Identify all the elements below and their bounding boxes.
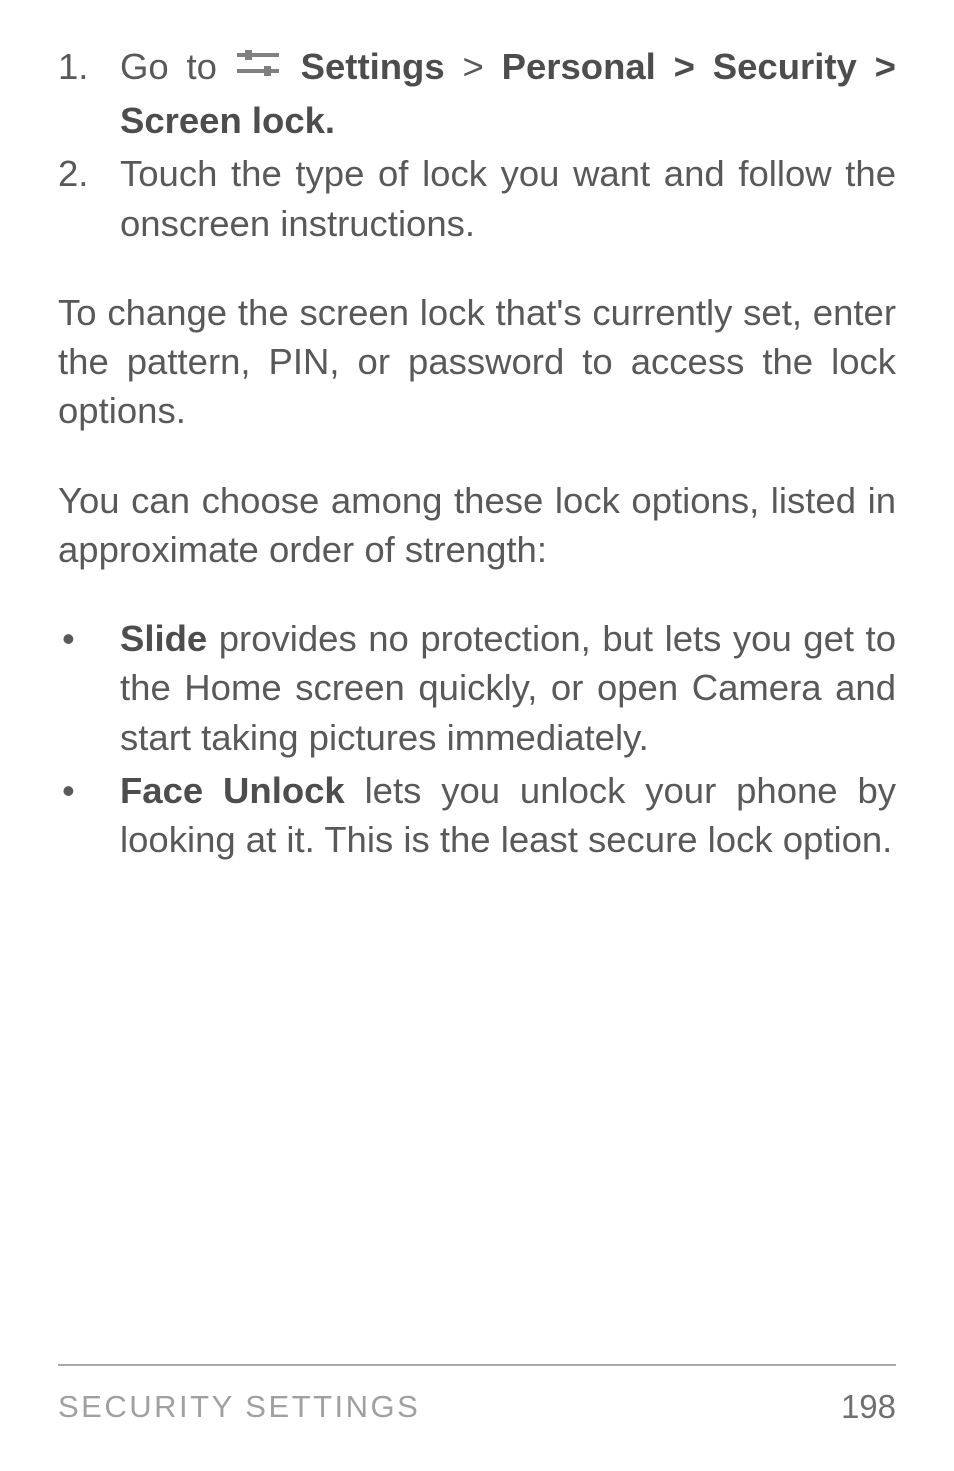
list-item-body: Face Unlock lets you unlock your phone b… — [120, 766, 896, 865]
bullet-icon: • — [58, 766, 120, 865]
list-item-body: Go to Settings > Personal > Security > S… — [120, 42, 896, 145]
bold-text: Slide — [120, 618, 207, 659]
list-number: 1. — [58, 42, 120, 145]
paragraph: To change the screen lock that's current… — [58, 288, 896, 436]
ordered-list: 1. Go to Settings > Personal > Security … — [58, 42, 896, 248]
list-item-body: Slide provides no protection, but lets y… — [120, 614, 896, 762]
footer-section-title: SECURITY SETTINGS — [58, 1389, 420, 1425]
list-item-body: Touch the type of lock you want and fol­… — [120, 149, 896, 248]
settings-icon — [237, 43, 279, 92]
list-item: 2. Touch the type of lock you want and f… — [58, 149, 896, 248]
document-page: 1. Go to Settings > Personal > Security … — [0, 0, 954, 1471]
bold-text: Settings — [301, 46, 445, 87]
page-content: 1. Go to Settings > Personal > Security … — [58, 42, 896, 1364]
bold-text: Face Unlock — [120, 770, 345, 811]
text-rest: provides no protection, but lets you get… — [120, 618, 896, 758]
text-prefix: Go to — [120, 46, 235, 87]
paragraph: You can choose among these lock options,… — [58, 476, 896, 575]
page-footer: SECURITY SETTINGS 198 — [58, 1364, 896, 1426]
list-item: 1. Go to Settings > Personal > Security … — [58, 42, 896, 145]
text-separator: > — [445, 46, 502, 87]
list-item: • Face Unlock lets you unlock your phone… — [58, 766, 896, 865]
page-number: 198 — [841, 1388, 896, 1426]
list-number: 2. — [58, 149, 120, 248]
bullet-list: • Slide provides no protection, but lets… — [58, 614, 896, 864]
text-space — [283, 46, 301, 87]
bullet-icon: • — [58, 614, 120, 762]
list-item: • Slide provides no protection, but lets… — [58, 614, 896, 762]
